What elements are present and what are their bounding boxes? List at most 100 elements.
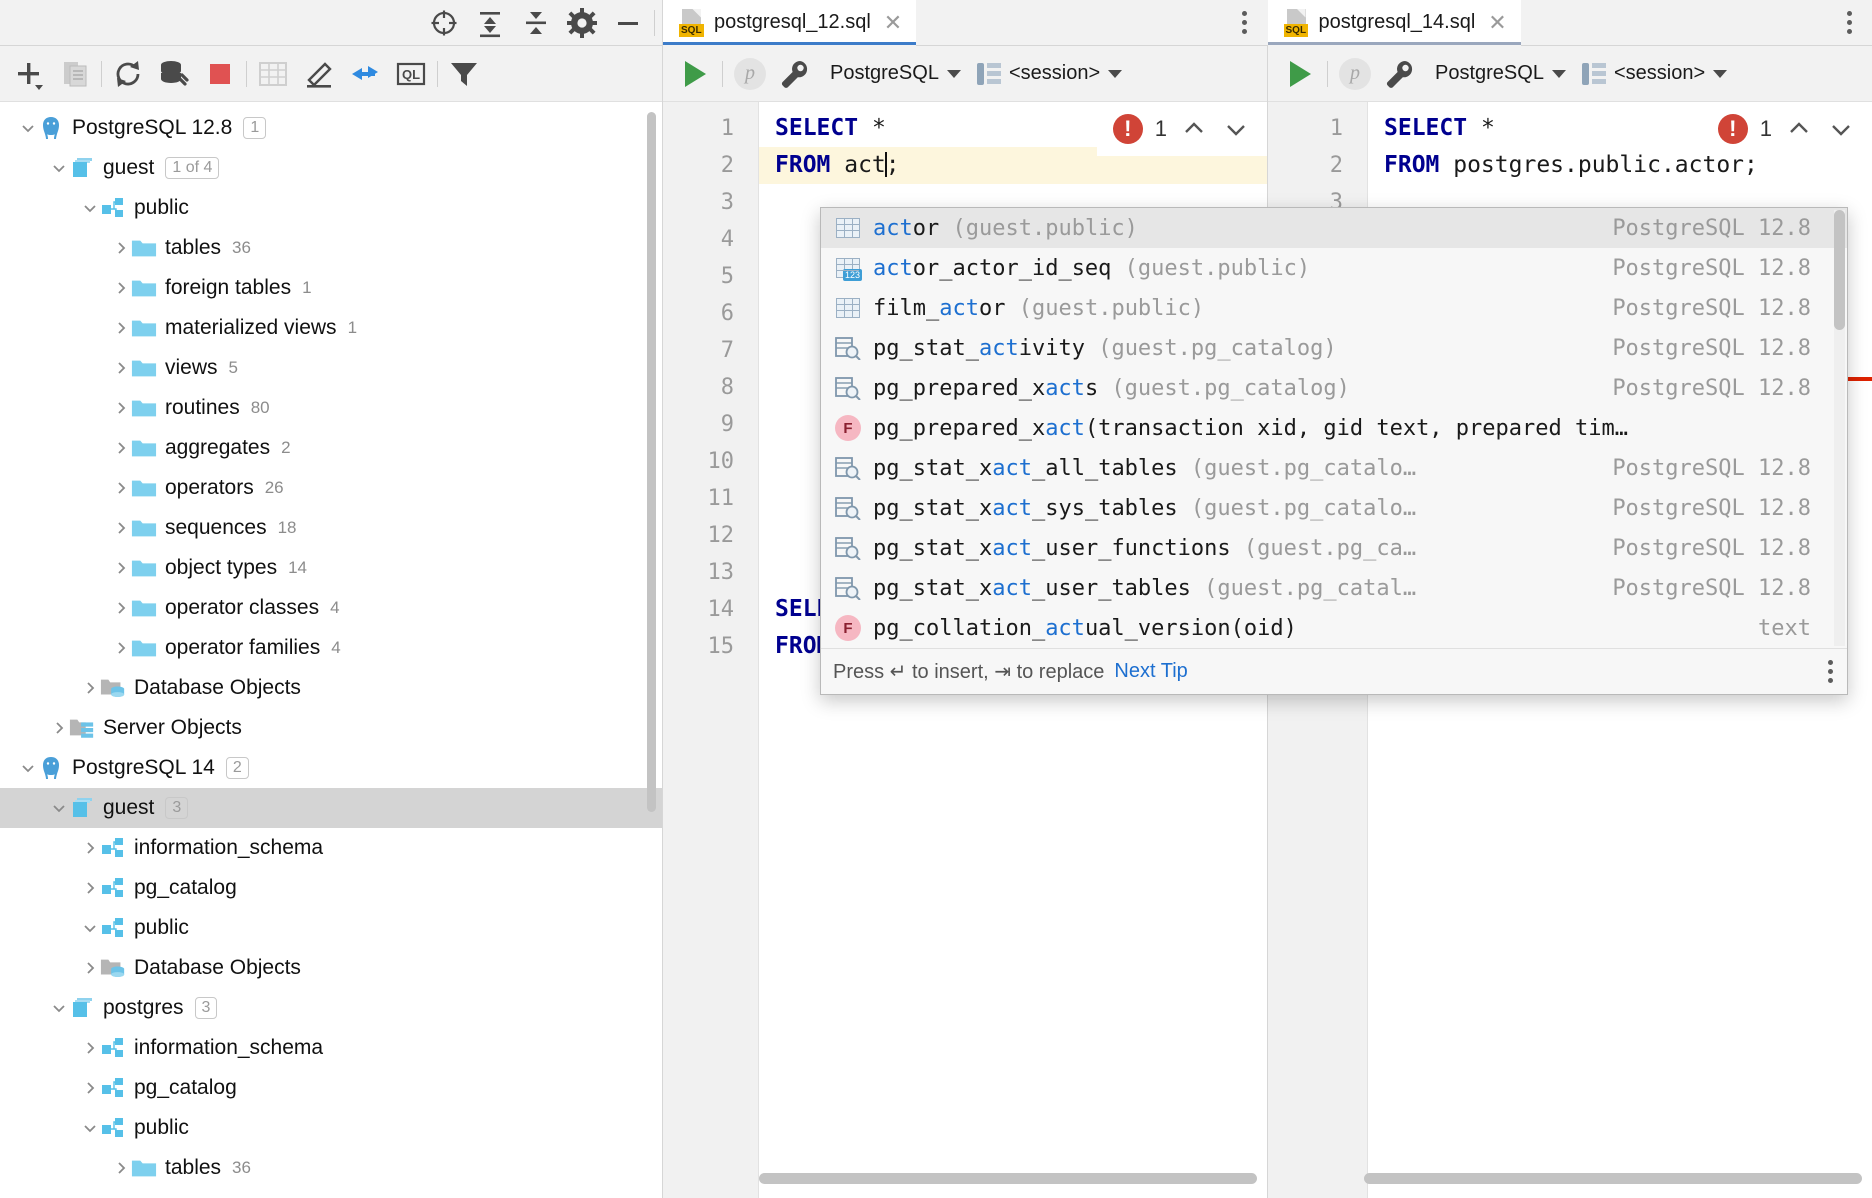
completion-item[interactable]: Fpg_collation_actual_version(oid)text — [821, 608, 1847, 648]
session-dropdown-right[interactable]: <session> — [1582, 62, 1727, 85]
completion-settings-icon[interactable] — [1828, 660, 1833, 683]
chevron-right-icon[interactable] — [80, 881, 100, 895]
completion-item[interactable]: pg_stat_xact_sys_tables (guest.pg_catalo… — [821, 488, 1847, 528]
chevron-right-icon[interactable] — [111, 561, 131, 575]
completion-scrollbar[interactable] — [1834, 210, 1845, 646]
tree-node-information-schema[interactable]: information_schema — [0, 1028, 662, 1068]
horizontal-scrollbar-left[interactable] — [759, 1173, 1257, 1184]
chevron-right-icon[interactable] — [111, 321, 131, 335]
tree-node-materialized-views[interactable]: materialized views1 — [0, 308, 662, 348]
completion-item[interactable]: film_actor (guest.public)PostgreSQL 12.8 — [821, 288, 1847, 328]
tree-node-public[interactable]: public — [0, 1108, 662, 1148]
tree-node-guest[interactable]: guest3 — [0, 788, 662, 828]
target-icon[interactable] — [421, 3, 467, 43]
expand-all-icon[interactable] — [467, 3, 513, 43]
collapse-all-icon[interactable] — [513, 3, 559, 43]
tree-node-pg-catalog[interactable]: pg_catalog — [0, 868, 662, 908]
completion-item[interactable]: actor (guest.public)PostgreSQL 12.8 — [821, 208, 1847, 248]
chevron-down-icon[interactable] — [49, 801, 69, 815]
code-completion-popup[interactable]: actor (guest.public)PostgreSQL 12.8123ac… — [820, 207, 1848, 695]
tree-node-public[interactable]: public — [0, 188, 662, 228]
explain-plan-icon[interactable]: p — [728, 58, 772, 90]
dialect-dropdown-left[interactable]: PostgreSQL — [830, 62, 961, 85]
chevron-right-icon[interactable] — [111, 521, 131, 535]
completion-item[interactable]: pg_stat_xact_user_tables (guest.pg_catal… — [821, 568, 1847, 608]
tree-node-public[interactable]: public — [0, 908, 662, 948]
chevron-right-icon[interactable] — [111, 481, 131, 495]
chevron-right-icon[interactable] — [111, 441, 131, 455]
filter-icon[interactable] — [441, 54, 487, 94]
close-icon[interactable]: ✕ — [880, 12, 902, 34]
query-language-icon[interactable]: QL — [388, 54, 434, 94]
tree-node-views[interactable]: views5 — [0, 348, 662, 388]
horizontal-scrollbar-right[interactable] — [1364, 1173, 1862, 1184]
explain-plan-icon[interactable]: p — [1333, 58, 1377, 90]
tree-node-server-objects[interactable]: Server Objects — [0, 708, 662, 748]
completion-item[interactable]: Fpg_prepared_xact(transaction xid, gid t… — [821, 408, 1847, 448]
chevron-right-icon[interactable] — [111, 641, 131, 655]
tree-node-tables[interactable]: tables36 — [0, 1148, 662, 1188]
chevron-right-icon[interactable] — [111, 401, 131, 415]
tree-node-operator-families[interactable]: operator families4 — [0, 628, 662, 668]
completion-item[interactable]: 123actor_actor_id_seq (guest.public)Post… — [821, 248, 1847, 288]
chevron-right-icon[interactable] — [111, 601, 131, 615]
tree-node-postgresql-12-8[interactable]: PostgreSQL 12.81 — [0, 108, 662, 148]
add-icon[interactable] — [6, 54, 52, 94]
tree-node-routines[interactable]: routines80 — [0, 388, 662, 428]
completion-item[interactable]: pg_stat_activity (guest.pg_catalog)Postg… — [821, 328, 1847, 368]
tab-postgresql_14[interactable]: SQL postgresql_14.sql ✕ — [1268, 0, 1521, 45]
tab-postgresql_12[interactable]: SQL postgresql_12.sql ✕ — [663, 0, 916, 45]
chevron-right-icon[interactable] — [111, 361, 131, 375]
chevron-down-icon[interactable] — [49, 1001, 69, 1015]
tab-overflow-menu-right[interactable] — [1826, 0, 1872, 46]
next-tip-link[interactable]: Next Tip — [1114, 660, 1187, 683]
next-error-icon[interactable] — [1221, 116, 1251, 142]
tree-node-database-objects[interactable]: Database Objects — [0, 668, 662, 708]
chevron-right-icon[interactable] — [80, 1041, 100, 1055]
tree-vertical-scrollbar[interactable] — [647, 112, 656, 812]
settings-gear-icon[interactable] — [559, 3, 605, 43]
tree-node-information-schema[interactable]: information_schema — [0, 828, 662, 868]
tree-node-database-objects[interactable]: Database Objects — [0, 948, 662, 988]
chevron-down-icon[interactable] — [49, 161, 69, 175]
chevron-right-icon[interactable] — [80, 1081, 100, 1095]
tree-node-tables[interactable]: tables36 — [0, 228, 662, 268]
tree-node-operators[interactable]: operators26 — [0, 468, 662, 508]
previous-error-icon[interactable] — [1784, 116, 1814, 142]
next-error-icon[interactable] — [1826, 116, 1856, 142]
chevron-right-icon[interactable] — [80, 841, 100, 855]
tree-node-object-types[interactable]: object types14 — [0, 548, 662, 588]
duplicate-icon[interactable] — [52, 54, 98, 94]
tree-node-postgresql-14[interactable]: PostgreSQL 142 — [0, 748, 662, 788]
tree-node-operator-classes[interactable]: operator classes4 — [0, 588, 662, 628]
tree-node-foreign-tables[interactable]: foreign tables1 — [0, 268, 662, 308]
edit-icon[interactable] — [296, 54, 342, 94]
tree-node-aggregates[interactable]: aggregates2 — [0, 428, 662, 468]
stop-icon[interactable] — [197, 54, 243, 94]
open-console-icon[interactable] — [250, 54, 296, 94]
wrench-icon[interactable] — [774, 57, 814, 91]
tab-overflow-menu-left[interactable] — [1222, 0, 1268, 46]
refresh-icon[interactable] — [105, 54, 151, 94]
chevron-right-icon[interactable] — [111, 281, 131, 295]
chevron-right-icon[interactable] — [49, 721, 69, 735]
database-tree[interactable]: PostgreSQL 12.81guest1 of 4publictables3… — [0, 102, 662, 1198]
run-icon[interactable] — [673, 61, 717, 87]
chevron-down-icon[interactable] — [80, 1121, 100, 1135]
session-dropdown-left[interactable]: <session> — [977, 62, 1122, 85]
chevron-right-icon[interactable] — [111, 1161, 131, 1175]
tree-node-sequences[interactable]: sequences18 — [0, 508, 662, 548]
inspection-widget-right[interactable]: ! 1 — [1702, 102, 1872, 156]
close-icon[interactable]: ✕ — [1484, 12, 1506, 34]
completion-list[interactable]: actor (guest.public)PostgreSQL 12.8123ac… — [821, 208, 1847, 648]
inspection-widget-left[interactable]: ! 1 — [1097, 102, 1267, 156]
completion-item[interactable]: pg_stat_xact_all_tables (guest.pg_catalo… — [821, 448, 1847, 488]
chevron-right-icon[interactable] — [111, 241, 131, 255]
chevron-right-icon[interactable] — [80, 961, 100, 975]
completion-item[interactable]: pg_prepared_xacts (guest.pg_catalog)Post… — [821, 368, 1847, 408]
tree-node-postgres[interactable]: postgres3 — [0, 988, 662, 1028]
chevron-down-icon[interactable] — [18, 761, 38, 775]
wrench-icon[interactable] — [1379, 57, 1419, 91]
chevron-right-icon[interactable] — [80, 681, 100, 695]
chevron-down-icon[interactable] — [80, 921, 100, 935]
